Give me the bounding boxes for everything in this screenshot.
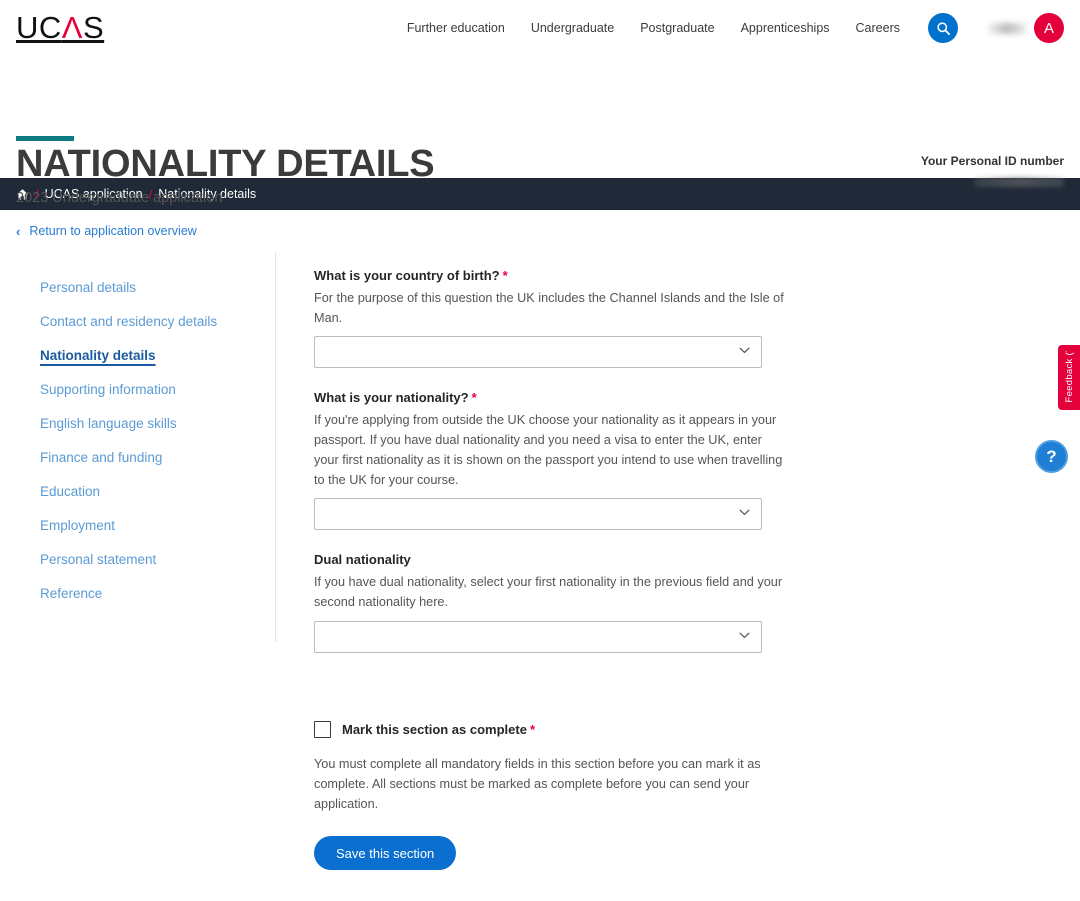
nationality-help-text: If you're applying from outside the UK c…	[314, 413, 783, 488]
page-title-block: NATIONALITY DETAILS 2023 Undergraduate a…	[0, 56, 1080, 206]
field-dual-nationality: Dual nationality If you have dual nation…	[314, 552, 796, 653]
primary-navigation: Further education Undergraduate Postgrad…	[407, 0, 1064, 56]
feedback-tab-label: Feedback (̈	[1063, 352, 1075, 403]
mark-complete-label-text: Mark this section as complete	[342, 721, 527, 737]
list-item: Personal statement	[16, 542, 275, 576]
nav-item-apprenticeships[interactable]: Apprenticeships	[741, 21, 830, 35]
sidebar-item-supporting-information[interactable]: Supporting information	[16, 372, 275, 406]
sidebar-item-employment[interactable]: Employment	[16, 508, 275, 542]
sidebar-item-english-language-skills[interactable]: English language skills	[16, 406, 275, 440]
chevron-left-icon: ‹	[16, 223, 21, 239]
dual-nationality-select[interactable]	[314, 620, 762, 653]
list-item: Personal details	[16, 270, 275, 304]
country-of-birth-label: What is your country of birth? *	[314, 268, 796, 283]
search-button[interactable]	[928, 13, 958, 43]
mark-complete-row: Mark this section as complete *	[314, 720, 796, 738]
list-item: Employment	[16, 508, 275, 542]
return-link-row: ‹ Return to application overview	[0, 210, 1080, 252]
list-item: Supporting information	[16, 372, 275, 406]
sidebar-item-nationality-details[interactable]: Nationality details	[16, 338, 275, 372]
required-marker: *	[529, 721, 536, 737]
list-item: Nationality details	[16, 338, 275, 372]
page-subtitle: 2023 Undergraduate application	[16, 190, 223, 206]
site-header: UC Λ S Further education Undergraduate Pos…	[0, 0, 1080, 56]
logo-text-s: S	[83, 10, 105, 45]
dual-nationality-select-wrap	[314, 620, 762, 653]
nav-item-careers[interactable]: Careers	[856, 21, 900, 35]
list-item: Reference	[16, 576, 275, 610]
nationality-label: What is your nationality? *	[314, 390, 796, 405]
field-country-of-birth: What is your country of birth? * For the …	[314, 268, 796, 369]
save-this-section-button[interactable]: Save this section	[314, 836, 457, 871]
return-to-application-overview-link[interactable]: Return to application overview	[29, 224, 196, 238]
question-mark-icon: ?	[1046, 446, 1057, 466]
body-wrapper: Personal details Contact and residency d…	[0, 252, 1080, 901]
user-menu[interactable]: A	[988, 13, 1064, 43]
section-sidebar: Personal details Contact and residency d…	[16, 252, 276, 642]
list-item: Contact and residency details	[16, 304, 275, 338]
form-spacer	[314, 675, 796, 721]
dual-nationality-label-text: Dual nationality	[314, 552, 411, 568]
feedback-tab[interactable]: Feedback (̈	[1058, 345, 1080, 410]
page-root: UC Λ S Further education Undergraduate Pos…	[0, 0, 1080, 901]
ucas-logo[interactable]: UC Λ S	[16, 12, 104, 43]
list-item: Education	[16, 474, 275, 508]
page-title: NATIONALITY DETAILS	[16, 143, 435, 185]
nav-item-postgraduate[interactable]: Postgraduate	[640, 21, 714, 35]
sidebar-item-reference[interactable]: Reference	[16, 576, 275, 610]
country-of-birth-label-text: What is your country of birth?	[314, 268, 500, 283]
user-name-redacted	[988, 22, 1026, 34]
sidebar-item-education[interactable]: Education	[16, 474, 275, 508]
list-item: English language skills	[16, 406, 275, 440]
dual-nationality-help-text: If you have dual nationality, select you…	[314, 575, 783, 610]
sidebar-item-personal-statement[interactable]: Personal statement	[16, 542, 275, 576]
search-icon	[936, 21, 950, 35]
sidebar-item-contact-and-residency-details[interactable]: Contact and residency details	[16, 304, 275, 338]
mark-complete-note: You must complete all mandatory fields i…	[314, 756, 761, 812]
nationality-select-wrap	[314, 498, 762, 531]
list-item: Finance and funding	[16, 440, 275, 474]
sidebar-item-personal-details[interactable]: Personal details	[16, 270, 275, 304]
personal-id-block: Your Personal ID number	[921, 154, 1064, 187]
personal-id-label: Your Personal ID number	[920, 154, 1064, 168]
required-marker: *	[502, 268, 508, 283]
mark-complete-label: Mark this section as complete *	[342, 722, 535, 737]
nav-item-further-education[interactable]: Further education	[407, 21, 505, 35]
help-button[interactable]: ?	[1035, 440, 1068, 473]
field-nationality: What is your nationality? * If you're app…	[314, 390, 796, 531]
nationality-form: What is your country of birth? * For the …	[276, 252, 796, 901]
personal-id-value-redacted	[974, 177, 1064, 187]
sidebar-list: Personal details Contact and residency d…	[16, 270, 275, 610]
required-marker: *	[471, 390, 477, 406]
mark-section-complete-checkbox[interactable]	[314, 720, 331, 738]
logo-text-uc: UC	[16, 10, 62, 45]
country-of-birth-select[interactable]	[314, 336, 762, 369]
avatar[interactable]: A	[1034, 13, 1064, 43]
title-accent-bar	[16, 136, 74, 141]
country-of-birth-help-text: For the purpose of this question the UK …	[314, 291, 784, 326]
logo-lambda-icon: Λ	[61, 10, 83, 45]
nationality-label-text: What is your nationality?	[314, 390, 469, 406]
nav-item-undergraduate[interactable]: Undergraduate	[531, 21, 614, 35]
country-of-birth-select-wrap	[314, 336, 762, 369]
dual-nationality-label: Dual nationality	[314, 552, 796, 567]
sidebar-item-finance-and-funding[interactable]: Finance and funding	[16, 440, 275, 474]
nationality-select[interactable]	[314, 498, 762, 531]
